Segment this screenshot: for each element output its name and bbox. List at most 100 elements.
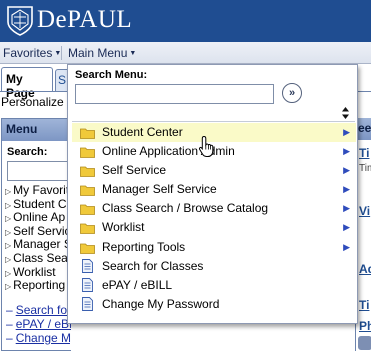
dropdown-item-label: Class Search / Browse Catalog	[102, 201, 269, 216]
dropdown-item-label: Worklist	[102, 220, 145, 235]
main-menu[interactable]: Main Menu ▼	[68, 46, 136, 60]
dropdown-item-label: Change My Password	[102, 296, 220, 311]
dropdown-item-worklist[interactable]: Worklist ▶	[72, 218, 356, 237]
dropdown-item-label: Search for Classes	[102, 258, 204, 273]
folder-icon	[80, 147, 95, 158]
tab-my-page[interactable]: My Page	[1, 67, 53, 100]
triangle-right-icon: ▷	[5, 227, 12, 237]
menu-link-item[interactable]: – Search fo	[6, 303, 71, 317]
dropdown-item-label: ePAY / eBILL	[102, 277, 173, 292]
submenu-arrow-icon: ▶	[343, 165, 350, 176]
menu-folder-item[interactable]: ▷ Manager S	[5, 238, 71, 252]
menu-folder-item[interactable]: ▷ My Favorit	[5, 183, 71, 198]
folder-icon	[80, 243, 95, 254]
folder-icon	[80, 128, 95, 139]
menu-link-label: ePAY / eBILL	[15, 317, 71, 331]
favorites-label: Favorites	[3, 46, 53, 60]
folder-icon	[80, 224, 95, 235]
menu-folder-label: Student C	[13, 196, 67, 211]
menu-folder-label: Self Servic	[13, 223, 71, 238]
triangle-right-icon: ▷	[5, 187, 12, 196]
right-link[interactable]: Ad	[359, 262, 371, 276]
right-pagelet-title: ee	[356, 118, 371, 140]
dash-icon: –	[6, 331, 13, 345]
triangle-right-icon: ▷	[5, 214, 12, 224]
menu-folder-item[interactable]: ▷ Self Servic	[5, 223, 71, 239]
menu-search-input[interactable]	[7, 161, 71, 181]
seal-icon	[7, 6, 33, 36]
menu-pagelet-title: Menu	[2, 119, 71, 141]
menu-link-label: Change My Password	[15, 331, 71, 345]
menu-folder-item[interactable]: ▷ Worklist	[5, 264, 71, 280]
submenu-arrow-icon: ▶	[343, 146, 350, 157]
dropdown-divider	[72, 121, 355, 122]
submenu-arrow-icon: ▶	[343, 222, 350, 233]
dropdown-item-epay-ebill[interactable]: ePAY / eBILL	[72, 276, 356, 295]
phone-icon	[358, 336, 371, 350]
hand-cursor-icon	[198, 135, 214, 157]
menu-link-label: Search fo	[15, 303, 68, 317]
right-link[interactable]: Vi	[359, 204, 370, 218]
submenu-arrow-icon: ▶	[343, 184, 350, 195]
dash-icon: –	[6, 303, 13, 317]
menu-folder-list: ▷ My Favorit ▷ Student C ▷ Online Ap ▷ Self …	[5, 183, 71, 293]
dash-icon: –	[6, 317, 13, 331]
page-icon	[82, 258, 93, 273]
menu-link-item[interactable]: –Change My Password	[6, 331, 71, 345]
menu-folder-item[interactable]: ▷ Student C	[5, 196, 71, 212]
folder-icon	[80, 185, 95, 197]
dropdown-item-reporting-tools[interactable]: Reporting Tools ▶	[72, 238, 356, 257]
double-chevron-right-icon: »	[288, 86, 296, 99]
dropdown-item-change-password[interactable]: Change My Password	[72, 295, 356, 314]
submenu-arrow-icon: ▶	[343, 127, 350, 137]
menu-folder-label: Reporting	[13, 278, 66, 293]
main-menu-label: Main Menu	[68, 46, 128, 60]
page-icon	[82, 296, 93, 311]
menu-link-item[interactable]: –ePAY / eBILL	[6, 317, 71, 331]
triangle-right-icon: ▷	[5, 241, 12, 251]
sort-arrows-icon[interactable]	[341, 106, 350, 120]
menu-folder-label: Online Ap	[13, 210, 66, 225]
main-menu-dropdown: Search Menu: » Student Center ▶ Online A…	[67, 64, 358, 324]
menu-folder-item[interactable]: ▷ Class Sea	[5, 250, 71, 266]
dropdown-item-label: Manager Self Service	[102, 182, 217, 197]
dropdown-item-label: Student Center	[102, 125, 183, 139]
dropdown-item-class-search[interactable]: Class Search / Browse Catalog ▶	[72, 199, 356, 218]
right-link[interactable]: Ti	[359, 146, 369, 160]
submenu-arrow-icon: ▶	[343, 241, 350, 252]
menu-bar: Favorites ▼ Main Menu ▼	[0, 42, 371, 64]
dropdown-item-search-for-classes[interactable]: Search for Classes	[72, 257, 356, 276]
site-header: DePAUL	[0, 0, 371, 42]
page-icon	[82, 277, 93, 292]
chevron-down-icon: ▼	[129, 50, 137, 58]
menu-link-list: –Search fo –ePAY / eBILL –Change My Pass…	[6, 303, 71, 345]
menu-folder-label: Class Sea	[13, 250, 68, 265]
menu-search-label: Search:	[7, 146, 48, 158]
menu-folder-label: Worklist	[13, 264, 56, 279]
favorites-menu[interactable]: Favorites ▼	[3, 46, 61, 60]
search-menu-input[interactable]	[75, 84, 274, 104]
folder-icon	[80, 166, 95, 178]
dropdown-item-label: Reporting Tools	[102, 239, 186, 254]
menubar-divider	[61, 46, 62, 60]
dropdown-item-label: Self Service	[102, 163, 167, 178]
menu-folder-label: Manager S	[13, 237, 71, 252]
personalize-link[interactable]: Personalize	[1, 95, 64, 109]
triangle-right-icon: ▷	[5, 254, 12, 264]
logo-text[interactable]: DePAUL	[37, 6, 132, 34]
triangle-right-icon: ▷	[5, 268, 12, 278]
menu-folder-item[interactable]: ▷ Reporting	[5, 278, 71, 293]
search-go-button[interactable]: »	[282, 83, 302, 103]
submenu-arrow-icon: ▶	[343, 203, 350, 214]
right-link[interactable]: Ti	[359, 298, 369, 312]
dropdown-item-manager-self-service[interactable]: Manager Self Service ▶	[72, 180, 356, 199]
folder-icon	[80, 204, 95, 216]
triangle-right-icon: ▷	[5, 282, 12, 292]
menu-folder-item[interactable]: ▷ Online Ap	[5, 210, 71, 225]
search-menu-label: Search Menu:	[75, 69, 148, 81]
right-link[interactable]: Ph	[359, 319, 371, 333]
menu-folder-label: My Favorit	[13, 183, 70, 197]
triangle-right-icon: ▷	[5, 200, 12, 210]
dropdown-item-self-service[interactable]: Self Service ▶	[72, 161, 356, 180]
menu-pagelet: Menu Search: ▷ My Favorit ▷ Student C ▷ Onl…	[1, 118, 71, 351]
